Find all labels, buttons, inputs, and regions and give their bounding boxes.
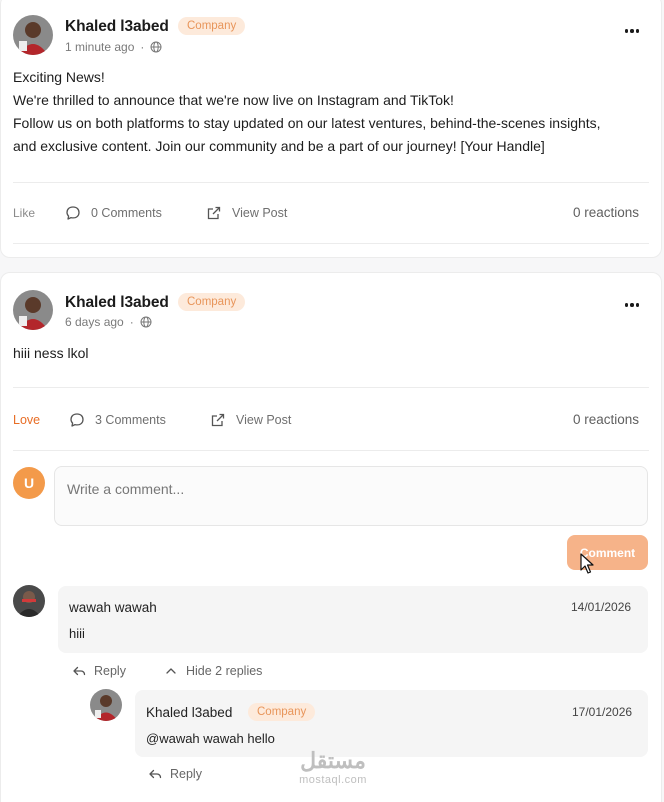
like-button[interactable]: Like (13, 206, 35, 220)
reply-icon (149, 769, 162, 779)
post-body-line: We're thrilled to announce that we're no… (13, 92, 454, 108)
post-meta: 1 minute ago · (65, 40, 162, 54)
post-body-line: Follow us on both platforms to stay upda… (13, 115, 601, 131)
post-meta: 6 days ago · (65, 315, 152, 329)
watermark-logo: مستقل (300, 748, 366, 773)
post-author-name[interactable]: Khaled l3abed (65, 294, 169, 312)
comment-date: 14/01/2026 (571, 600, 632, 614)
reply-date: 17/01/2026 (572, 705, 633, 719)
hide-replies-label: Hide 2 replies (186, 664, 263, 678)
current-user-avatar: U (13, 467, 45, 499)
divider (13, 182, 649, 183)
like-label: Like (13, 206, 36, 220)
separator-dot: · (129, 315, 134, 329)
divider (13, 387, 649, 388)
company-badge: Company (248, 703, 316, 721)
post-card: Khaled l3abed Company 6 days ago · hiii … (0, 272, 662, 802)
comment-bubble: wawah wawah 14/01/2026 hiii (58, 586, 648, 653)
separator-dot: · (140, 40, 145, 54)
love-label: Love (13, 413, 41, 427)
post-body-line: Exciting News! (13, 69, 105, 85)
divider (13, 243, 649, 244)
more-icon[interactable] (622, 24, 642, 38)
company-badge: Company (178, 17, 246, 35)
post-author-name[interactable]: Khaled l3abed (65, 18, 169, 36)
post-body: Exciting News! We're thrilled to announc… (13, 66, 601, 158)
reply-button[interactable]: Reply (148, 767, 202, 781)
chevron-up-icon (166, 668, 176, 674)
external-link-icon (211, 413, 225, 427)
post-body: hiii ness lkol (13, 342, 88, 365)
reply-icon (73, 666, 86, 676)
hide-replies-toggle[interactable]: Hide 2 replies (164, 664, 262, 678)
view-post-button[interactable]: View Post (210, 412, 291, 428)
reply-label: Reply (94, 664, 126, 678)
company-badge: Company (178, 293, 246, 311)
post-body-line: and exclusive content. Join our communit… (13, 138, 545, 154)
globe-icon (150, 41, 162, 53)
reply-label: Reply (170, 767, 202, 781)
watermark-site: mostaql.com (299, 774, 367, 786)
comments-button[interactable]: 0 Comments (65, 205, 162, 221)
comment-text: hiii (69, 626, 85, 641)
comments-count: 3 Comments (95, 413, 166, 427)
post-time: 1 minute ago (65, 40, 135, 54)
author-avatar[interactable] (13, 290, 53, 330)
commenter-avatar[interactable] (13, 585, 45, 617)
comments-button[interactable]: 3 Comments (69, 412, 166, 428)
mouse-cursor-icon (580, 553, 594, 574)
comment-input[interactable] (54, 466, 648, 526)
reply-button[interactable]: Reply (72, 664, 126, 678)
view-post-label: View Post (232, 206, 288, 220)
reply-author[interactable]: Khaled l3abed (146, 705, 232, 720)
post-card: Khaled l3abed Company 1 minute ago · Exc… (0, 0, 662, 258)
love-button[interactable]: Love (13, 413, 40, 427)
view-post-label: View Post (236, 413, 292, 427)
more-icon[interactable] (622, 298, 642, 312)
reply-author-avatar[interactable] (90, 689, 122, 721)
comment-icon (66, 206, 80, 220)
comment-icon (70, 413, 84, 427)
post-time: 6 days ago (65, 315, 124, 329)
globe-icon (140, 316, 152, 328)
view-post-button[interactable]: View Post (206, 205, 287, 221)
post-body-line: hiii ness lkol (13, 345, 89, 361)
watermark: مستقل mostaql.com (288, 748, 378, 786)
reply-bubble: Khaled l3abed Company 17/01/2026 @wawah … (135, 690, 648, 757)
author-avatar[interactable] (13, 15, 53, 55)
reactions-count[interactable]: 0 reactions (573, 412, 639, 427)
reply-text: @wawah wawah hello (146, 731, 275, 746)
reactions-count[interactable]: 0 reactions (573, 205, 639, 220)
external-link-icon (207, 206, 221, 220)
comments-count: 0 Comments (91, 206, 162, 220)
divider (13, 450, 649, 451)
comment-author[interactable]: wawah wawah (69, 600, 157, 615)
